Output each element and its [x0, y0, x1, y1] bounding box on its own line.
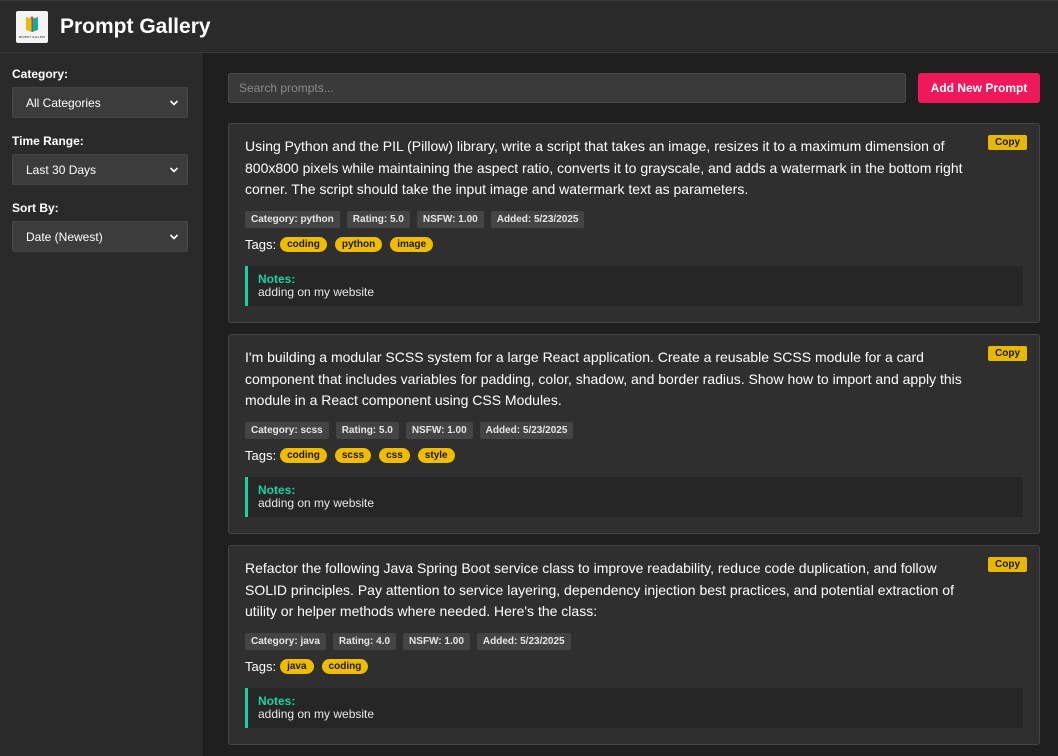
book-icon — [26, 16, 38, 32]
meta-badge: NSFW: 1.00 — [416, 210, 484, 228]
tags-label: Tags: — [245, 447, 277, 463]
meta-badge: Rating: 4.0 — [332, 632, 397, 650]
app-title: Prompt Gallery — [60, 14, 211, 38]
tag-chip[interactable]: coding — [280, 447, 327, 463]
app-header: PROMPT GALLERY Prompt Gallery — [0, 0, 1058, 53]
prompt-card: Copy Refactor the following Java Spring … — [228, 545, 1040, 745]
meta-badge: NSFW: 1.00 — [405, 421, 473, 439]
prompt-tags: Tags: coding python image — [245, 236, 1023, 252]
main-content: Search prompts... Add New Prompt Copy Us… — [205, 53, 1058, 756]
category-select-value: All Categories — [26, 95, 101, 110]
notes-label: Notes: — [258, 482, 296, 497]
time-range-select[interactable]: Last 30 Days — [12, 154, 188, 185]
category-label: Category: — [12, 67, 69, 81]
copy-button[interactable]: Copy — [988, 135, 1027, 150]
notes-label: Notes: — [258, 693, 296, 708]
copy-button[interactable]: Copy — [988, 346, 1027, 361]
time-range-filter: Time Range: Last 30 Days — [12, 134, 191, 185]
prompt-list: Copy Using Python and the PIL (Pillow) l… — [228, 123, 1040, 745]
prompt-meta: Category: scss Rating: 5.0 NSFW: 1.00 Added… — [245, 421, 1023, 439]
tags-label: Tags: — [245, 236, 277, 252]
prompt-card: Copy I'm building a modular SCSS system … — [228, 334, 1040, 534]
sort-by-select-value: Date (Newest) — [26, 229, 103, 244]
meta-badge: Category: python — [245, 210, 340, 228]
prompt-notes: Notes: adding on my website — [245, 687, 1023, 728]
chevron-down-icon — [169, 99, 179, 106]
prompt-notes: Notes: adding on my website — [245, 476, 1023, 517]
tag-chip[interactable]: style — [417, 447, 455, 463]
meta-badge: Category: scss — [245, 421, 329, 439]
app-logo[interactable]: PROMPT GALLERY — [16, 10, 48, 43]
time-range-label: Time Range: — [12, 134, 84, 148]
time-range-select-value: Last 30 Days — [26, 162, 97, 177]
prompt-text: Refactor the following Java Spring Boot … — [245, 560, 954, 619]
tag-chip[interactable]: image — [390, 236, 434, 252]
chevron-down-icon — [169, 233, 179, 240]
notes-text: adding on my website — [258, 495, 375, 510]
category-select[interactable]: All Categories — [12, 87, 188, 118]
sort-by-select[interactable]: Date (Newest) — [12, 221, 188, 252]
prompt-card: Copy Using Python and the PIL (Pillow) l… — [228, 123, 1040, 323]
tag-chip[interactable]: scss — [334, 447, 372, 463]
filter-sidebar: Category: All Categories Time Range: Las… — [0, 53, 204, 756]
chevron-down-icon — [169, 166, 179, 173]
prompt-text: I'm building a modular SCSS system for a… — [245, 349, 962, 408]
tag-chip[interactable]: coding — [321, 658, 369, 674]
prompt-notes: Notes: adding on my website — [245, 265, 1023, 306]
tag-chip[interactable]: python — [334, 236, 383, 252]
prompt-tags: Tags: java coding — [245, 658, 1023, 674]
logo-caption: PROMPT GALLERY — [18, 34, 46, 39]
meta-badge: Rating: 5.0 — [335, 421, 399, 439]
meta-badge: Added: 5/23/2025 — [490, 210, 585, 228]
prompt-text: Using Python and the PIL (Pillow) librar… — [245, 138, 963, 197]
search-input[interactable]: Search prompts... — [228, 73, 906, 103]
add-new-prompt-button[interactable]: Add New Prompt — [918, 73, 1040, 103]
prompt-meta: Category: java Rating: 4.0 NSFW: 1.00 Added… — [245, 632, 1023, 650]
notes-text: adding on my website — [258, 706, 375, 721]
meta-badge: Added: 5/23/2025 — [476, 632, 571, 650]
search-placeholder: Search prompts... — [239, 81, 334, 95]
copy-button[interactable]: Copy — [988, 557, 1027, 572]
prompt-meta: Category: python Rating: 5.0 NSFW: 1.00 Add… — [245, 210, 1023, 228]
tag-chip[interactable]: coding — [280, 236, 327, 252]
meta-badge: Rating: 5.0 — [346, 210, 410, 228]
prompt-tags: Tags: coding scss css style — [245, 447, 1023, 463]
sort-by-label: Sort By: — [12, 201, 59, 215]
meta-badge: NSFW: 1.00 — [403, 632, 470, 650]
sort-by-filter: Sort By: Date (Newest) — [12, 201, 191, 252]
category-filter: Category: All Categories — [12, 67, 191, 118]
tags-label: Tags: — [245, 658, 277, 674]
tag-chip[interactable]: java — [280, 658, 314, 674]
toolbar: Search prompts... Add New Prompt — [228, 73, 1040, 103]
meta-badge: Category: java — [245, 632, 326, 650]
meta-badge: Added: 5/23/2025 — [479, 421, 574, 439]
tag-chip[interactable]: css — [379, 447, 410, 463]
notes-text: adding on my website — [258, 284, 375, 299]
notes-label: Notes: — [258, 271, 296, 286]
